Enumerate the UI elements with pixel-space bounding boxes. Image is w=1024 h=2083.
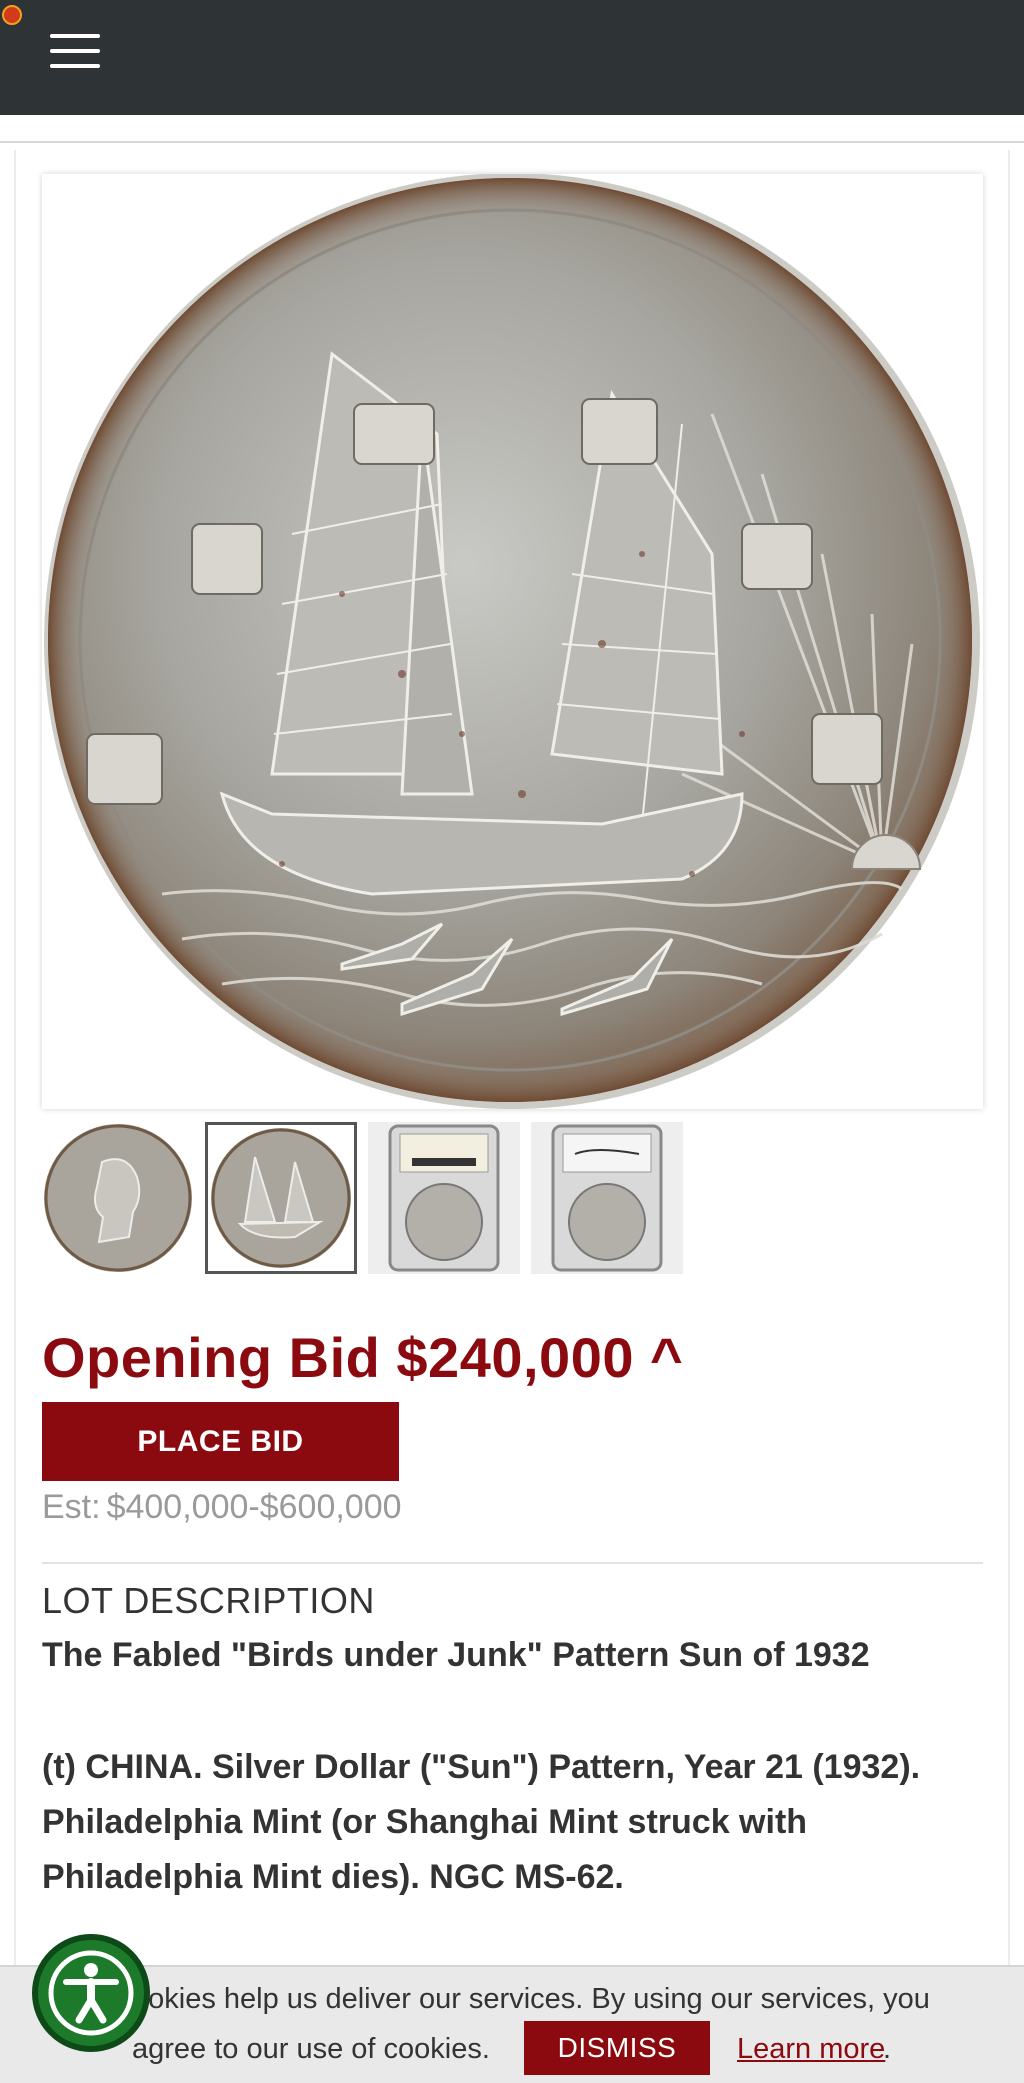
lot-description-body: (t) CHINA. Silver Dollar ("Sun") Pattern… (42, 1748, 921, 1896)
place-bid-button[interactable]: PLACE BID (42, 1402, 399, 1481)
dismiss-button[interactable]: DISMISS (524, 2021, 710, 2075)
learn-more-link[interactable]: Learn more (737, 2033, 885, 2066)
cookie-message-line2: agree to our use of cookies. (132, 2033, 490, 2065)
coin-reverse-junk-icon (211, 1128, 351, 1268)
thumbnail-coin-obverse[interactable] (42, 1122, 194, 1274)
top-navigation-bar (0, 0, 1024, 115)
thumbnail-strip (42, 1122, 683, 1276)
accessibility-icon (48, 1950, 134, 2036)
ngc-slab-back-icon (551, 1124, 663, 1272)
site-logo[interactable] (2, 4, 98, 26)
thumbnail-ngc-slab-back[interactable] (531, 1122, 683, 1274)
main-lot-image[interactable] (42, 174, 983, 1109)
accessibility-button[interactable] (32, 1934, 150, 2052)
thumbnail-ngc-slab-front[interactable] (368, 1122, 520, 1274)
estimate-value: $400,000-$600,000 (106, 1488, 402, 1526)
site-logo-icon (2, 5, 22, 25)
estimate-text: Est: $400,000-$600,000 (42, 1488, 402, 1527)
coin-reverse-junk-ship-image (42, 174, 983, 1109)
hamburger-menu-icon[interactable] (50, 34, 100, 68)
coin-obverse-portrait-icon (44, 1124, 192, 1272)
lot-description-heading: LOT DESCRIPTION (42, 1580, 375, 1621)
lot-title: The Fabled "Birds under Junk" Pattern Su… (42, 1636, 870, 1674)
cookie-period: . (883, 2033, 892, 2065)
cookie-message-line1: ookies help us deliver our services. By … (132, 1983, 930, 2015)
ngc-slab-front-icon (388, 1124, 500, 1272)
cookie-consent-banner: ookies help us deliver our services. By … (0, 1965, 1024, 2083)
sub-header-strip (0, 115, 1024, 143)
estimate-label: Est: (42, 1488, 101, 1526)
section-divider (42, 1562, 983, 1564)
opening-bid-heading: Opening Bid $240,000 ^ (42, 1326, 684, 1389)
thumbnail-coin-reverse[interactable] (205, 1122, 357, 1274)
